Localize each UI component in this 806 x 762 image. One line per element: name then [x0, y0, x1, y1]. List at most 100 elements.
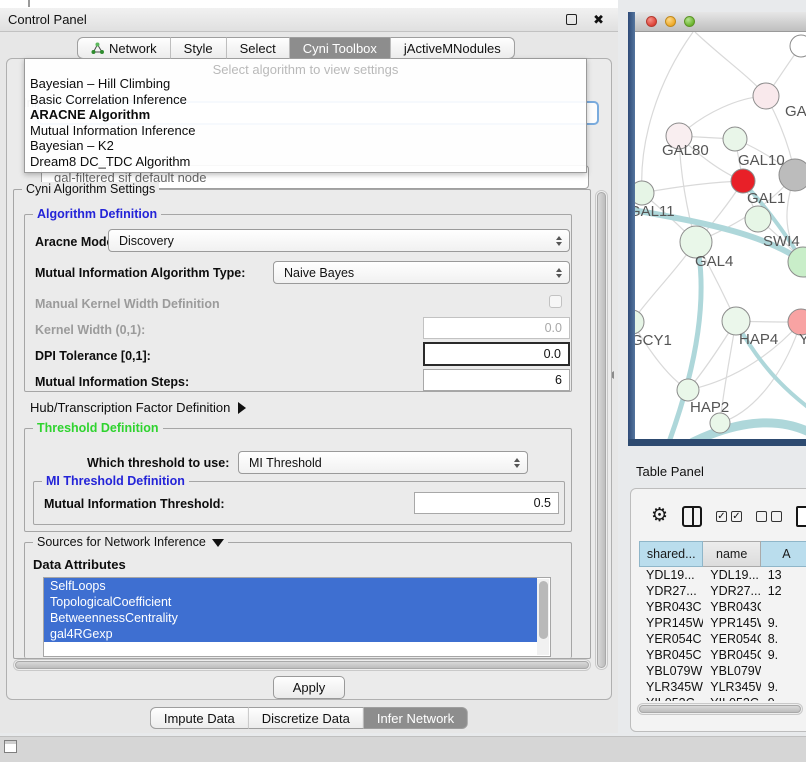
- network-edge[interactable]: [642, 181, 743, 193]
- network-node[interactable]: [635, 181, 654, 205]
- tab-label: Network: [109, 41, 157, 56]
- aracne-mode-value: Discovery: [119, 234, 174, 248]
- table-row[interactable]: YIL052CYIL052C9.: [639, 695, 806, 701]
- network-node[interactable]: [790, 35, 806, 57]
- tab-cyni-toolbox[interactable]: Cyni Toolbox: [290, 37, 391, 59]
- new-table-icon[interactable]: [796, 506, 806, 527]
- table-row[interactable]: YDR27...YDR27...12: [639, 583, 806, 599]
- tab-label: Select: [240, 41, 276, 56]
- kernel-width-input[interactable]: 0.0: [423, 317, 570, 339]
- float-panel-icon[interactable]: [566, 14, 577, 25]
- which-threshold-label: Which threshold to use:: [87, 456, 229, 470]
- network-window-titlebar[interactable]: [635, 12, 806, 32]
- bottom-strip: [0, 736, 806, 762]
- network-node-label: SWI4: [763, 233, 800, 250]
- data-attributes-listbox[interactable]: SelfLoopsTopologicalCoefficientBetweenne…: [43, 577, 551, 657]
- tab-impute-data[interactable]: Impute Data: [150, 707, 249, 729]
- table-cell: [761, 599, 806, 615]
- algorithm-option[interactable]: Basic Correlation Inference: [25, 92, 586, 108]
- data-attribute-item[interactable]: TopologicalCoefficient: [44, 594, 537, 610]
- mi-threshold-definition-group: MI Threshold Definition Mutual Informati…: [33, 481, 565, 525]
- tab-style[interactable]: Style: [171, 37, 227, 59]
- minimize-window-icon[interactable]: [665, 16, 676, 27]
- table-row[interactable]: YDL19...YDL19...13: [639, 567, 806, 583]
- network-node[interactable]: [710, 413, 730, 433]
- which-threshold-combobox[interactable]: MI Threshold: [238, 451, 528, 474]
- mi-steps-input[interactable]: 6: [423, 369, 570, 391]
- table-cell: YBL079W: [639, 663, 703, 679]
- threshold-definition-group: Threshold Definition Which threshold to …: [24, 428, 572, 532]
- settings-vertical-scrollbar[interactable]: [595, 190, 608, 670]
- tab-jactivemnodules[interactable]: jActiveMNodules: [391, 37, 515, 59]
- deselect-all-icon[interactable]: [756, 511, 782, 522]
- zoom-window-icon[interactable]: [684, 16, 695, 27]
- columns-icon[interactable]: [682, 506, 702, 527]
- table-cell: YBL079W: [703, 663, 760, 679]
- algorithm-option[interactable]: Bayesian – Hill Climbing: [25, 76, 586, 92]
- table-row[interactable]: YBL079WYBL079W: [639, 663, 806, 679]
- table-row[interactable]: YER054CYER054C8.: [639, 631, 806, 647]
- network-canvas[interactable]: GALGAL80GAL10GAL1GAL11SWI4GAL4GCY1HAP4YH…: [635, 32, 806, 439]
- table-horizontal-scrollbar[interactable]: [637, 703, 803, 715]
- table-cell: 12: [761, 583, 806, 599]
- combobox-stepper-icon: [556, 236, 562, 246]
- table-cell: YDR27...: [703, 583, 760, 599]
- aracne-mode-combobox[interactable]: Discovery: [108, 229, 570, 252]
- network-node[interactable]: [753, 83, 779, 109]
- close-window-icon[interactable]: [646, 16, 657, 27]
- table-cell: 9.: [761, 647, 806, 663]
- tab-discretize-data[interactable]: Discretize Data: [249, 707, 364, 729]
- table-column-header[interactable]: shared...: [639, 541, 703, 567]
- data-attribute-item[interactable]: SelfLoops: [44, 578, 537, 594]
- manual-kernel-width-checkbox[interactable]: [549, 295, 562, 308]
- algorithm-options-list: Bayesian – Hill ClimbingBasic Correlatio…: [25, 76, 586, 170]
- tab-infer-network[interactable]: Infer Network: [364, 707, 468, 729]
- list-scrollbar[interactable]: [537, 579, 549, 655]
- table-cell: 9.: [761, 695, 806, 701]
- algorithm-option[interactable]: Mutual Information Inference: [25, 123, 586, 139]
- table-column-header[interactable]: name: [703, 541, 760, 567]
- mi-threshold-input[interactable]: 0.5: [414, 492, 559, 514]
- table-panel: ⚙ ✓ ✓ shared...nameA YDL19...YDL19...13Y…: [630, 488, 806, 732]
- network-edge[interactable]: [695, 32, 766, 96]
- table-cell: YBR043C: [703, 599, 760, 615]
- network-node[interactable]: [677, 379, 699, 401]
- network-edge[interactable]: [642, 32, 693, 193]
- apply-button[interactable]: Apply: [273, 676, 345, 699]
- tab-select[interactable]: Select: [227, 37, 290, 59]
- network-icon: [91, 42, 104, 55]
- tab-network[interactable]: Network: [77, 37, 171, 59]
- table-row[interactable]: YLR345WYLR345W9.: [639, 679, 806, 695]
- algorithm-option[interactable]: Bayesian – K2: [25, 138, 586, 154]
- table-row[interactable]: YPR145WYPR145W9.: [639, 615, 806, 631]
- table-row[interactable]: YBR043CYBR043C: [639, 599, 806, 615]
- close-panel-icon[interactable]: ✖: [593, 12, 604, 28]
- sources-title[interactable]: Sources for Network Inference: [33, 535, 228, 549]
- data-attribute-item[interactable]: BetweennessCentrality: [44, 610, 537, 626]
- network-node[interactable]: [635, 310, 644, 334]
- network-edge[interactable]: [679, 96, 766, 136]
- table-cell: 13: [761, 567, 806, 583]
- restore-panel-icon[interactable]: [4, 740, 17, 753]
- expanded-arrow-icon: [212, 539, 224, 547]
- dpi-tolerance-input[interactable]: 0.0: [423, 342, 570, 366]
- settings-horizontal-scrollbar[interactable]: [13, 659, 591, 671]
- table-cell: YPR145W: [703, 615, 760, 631]
- hub-definition-toggle[interactable]: Hub/Transcription Factor Definition: [30, 400, 246, 415]
- algorithm-option[interactable]: ARACNE Algorithm: [25, 107, 586, 123]
- select-all-icon[interactable]: ✓ ✓: [716, 511, 742, 522]
- combobox-stepper-icon: [514, 458, 520, 468]
- network-node[interactable]: [723, 127, 747, 151]
- table-row[interactable]: YBR045CYBR045C9.: [639, 647, 806, 663]
- table-column-header[interactable]: A: [761, 541, 806, 567]
- network-node[interactable]: [745, 206, 771, 232]
- gear-icon[interactable]: ⚙: [651, 506, 668, 526]
- network-node-label: Y: [799, 331, 806, 348]
- node-table: shared...nameA YDL19...YDL19...13YDR27..…: [639, 541, 806, 701]
- tab-label: jActiveMNodules: [404, 41, 501, 56]
- network-node-label: GAL80: [662, 142, 709, 159]
- dpi-tolerance-label: DPI Tolerance [0,1]:: [35, 349, 151, 363]
- mi-algorithm-type-combobox[interactable]: Naive Bayes: [273, 261, 570, 284]
- algorithm-option[interactable]: Dream8 DC_TDC Algorithm: [25, 154, 586, 170]
- data-attribute-item[interactable]: gal4RGexp: [44, 626, 537, 642]
